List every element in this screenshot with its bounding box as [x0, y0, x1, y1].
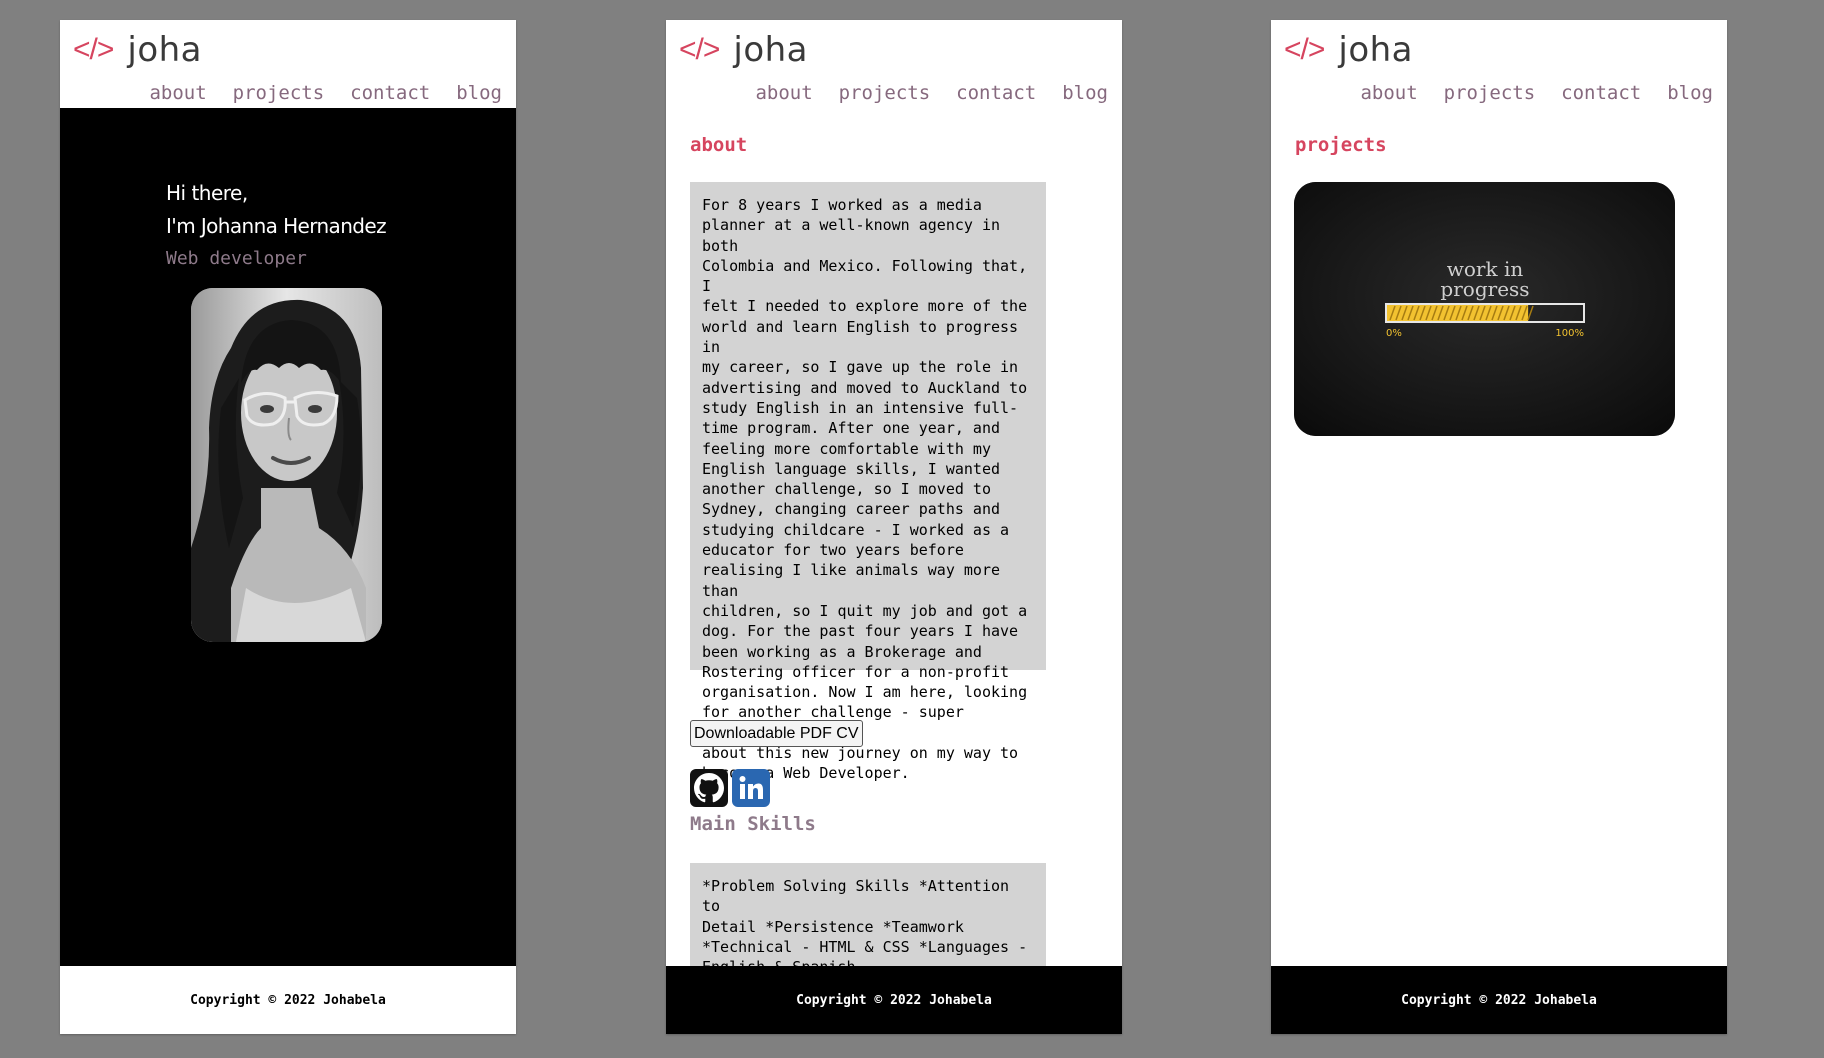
wip-line-2: progress	[1440, 277, 1529, 301]
logo[interactable]: </> joha	[679, 28, 808, 72]
profile-photo	[191, 288, 382, 642]
nav-about[interactable]: about	[755, 82, 812, 104]
nav-projects[interactable]: projects	[1444, 82, 1536, 104]
skills-box: *Problem Solving Skills *Attention to De…	[690, 863, 1046, 976]
site-header: </> joha about projects contact blog	[666, 20, 1122, 108]
greeting-line-2: I'm Johanna Hernandez	[166, 214, 387, 238]
project-card-work-in-progress[interactable]: work in progress 0% 100%	[1294, 182, 1675, 436]
about-page-mobile: </> joha about projects contact blog abo…	[666, 20, 1122, 1034]
code-icon: </>	[73, 33, 114, 66]
progress-end-label: 100%	[1555, 328, 1584, 339]
projects-page-mobile: </> joha about projects contact blog pro…	[1271, 20, 1727, 1034]
work-in-progress-image: work in progress 0% 100%	[1294, 182, 1675, 436]
site-header: </> joha about projects contact blog	[1271, 20, 1727, 108]
greeting-line-1: Hi there,	[166, 181, 248, 205]
code-icon: </>	[679, 33, 720, 66]
nav-about[interactable]: about	[1360, 82, 1417, 104]
skills-text: *Problem Solving Skills *Attention to De…	[702, 877, 1028, 976]
main-nav: about projects contact blog	[1360, 82, 1713, 104]
projects-title: projects	[1295, 134, 1387, 156]
code-icon: </>	[1284, 33, 1325, 66]
nav-contact[interactable]: contact	[350, 82, 430, 104]
logo-name: joha	[1338, 30, 1414, 70]
footer: Copyright © 2022 Johabela	[1271, 966, 1727, 1034]
logo-name: joha	[733, 30, 809, 70]
nav-projects[interactable]: projects	[839, 82, 931, 104]
nav-blog[interactable]: blog	[456, 82, 502, 104]
hero-section: Hi there, I'm Johanna Hernandez Web deve…	[60, 108, 516, 966]
home-page-mobile: </> joha about projects contact blog Hi …	[60, 20, 516, 1034]
nav-projects[interactable]: projects	[233, 82, 325, 104]
logo[interactable]: </> joha	[1284, 28, 1413, 72]
site-header: </> joha about projects contact blog	[60, 20, 516, 108]
main-nav: about projects contact blog	[149, 82, 502, 104]
profile-photo-illustration	[191, 288, 382, 642]
nav-about[interactable]: about	[149, 82, 206, 104]
skills-title: Main Skills	[690, 813, 816, 835]
download-cv-button[interactable]: Downloadable PDF CV	[690, 720, 863, 747]
progress-start-label: 0%	[1386, 328, 1402, 339]
about-text: For 8 years I worked as a media planner …	[702, 196, 1028, 783]
linkedin-icon[interactable]	[732, 769, 770, 807]
github-icon-glyph	[694, 773, 724, 803]
logo-name: joha	[127, 30, 203, 70]
footer: Copyright © 2022 Johabela	[60, 966, 516, 1034]
footer: Copyright © 2022 Johabela	[666, 966, 1122, 1034]
social-links	[690, 769, 770, 807]
about-title: about	[690, 134, 748, 156]
nav-contact[interactable]: contact	[956, 82, 1036, 104]
nav-blog[interactable]: blog	[1062, 82, 1108, 104]
linkedin-icon-glyph	[739, 776, 763, 799]
role-subtitle: Web developer	[166, 248, 307, 269]
nav-blog[interactable]: blog	[1667, 82, 1713, 104]
nav-contact[interactable]: contact	[1561, 82, 1641, 104]
logo[interactable]: </> joha	[73, 28, 202, 72]
github-icon[interactable]	[690, 769, 728, 807]
about-text-box: For 8 years I worked as a media planner …	[690, 182, 1046, 782]
main-nav: about projects contact blog	[755, 82, 1108, 104]
